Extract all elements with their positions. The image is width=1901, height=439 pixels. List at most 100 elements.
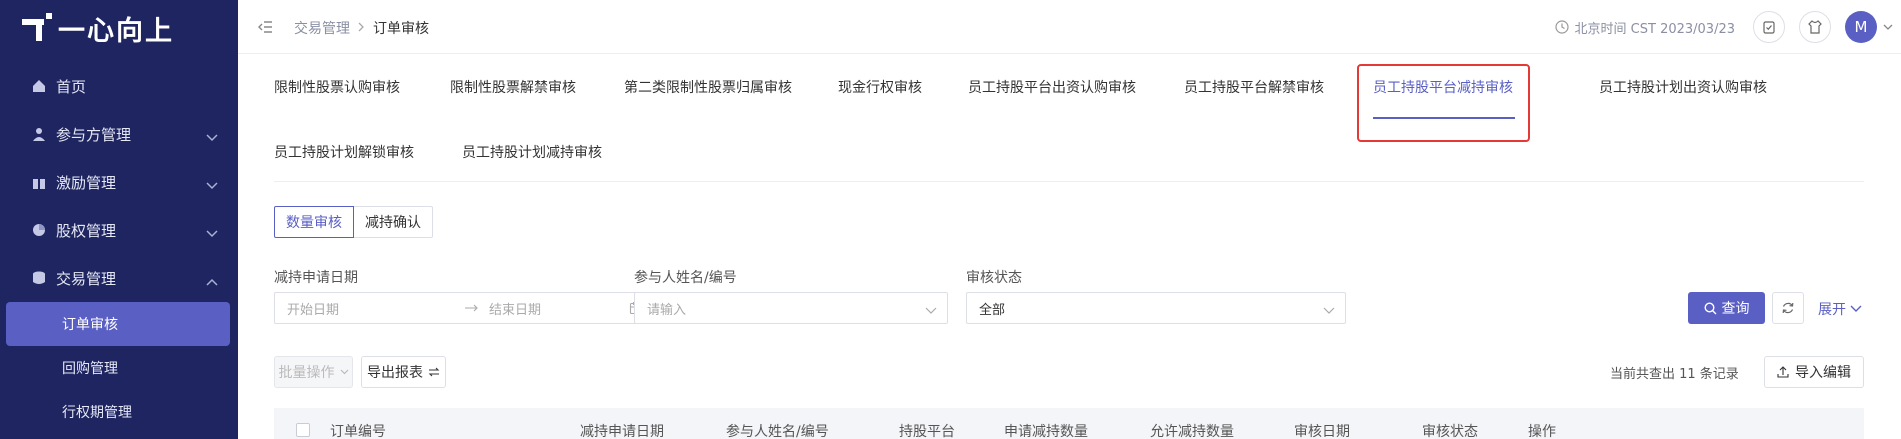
shirt-icon — [1808, 20, 1822, 34]
column-header: 持股平台 — [899, 424, 955, 439]
query-button-label: 查询 — [1721, 301, 1750, 317]
users-icon — [30, 125, 48, 143]
tab-bar: 限制性股票认购审核 限制性股票解禁审核 第二类限制性股票归属审核 现金行权审核 … — [274, 54, 1864, 182]
sidebar-subitem-order-review[interactable]: 订单审核 — [6, 302, 230, 346]
logo: 一心向上 — [22, 10, 174, 47]
batch-label: 批量操作 — [278, 365, 335, 381]
participant-placeholder: 请输入 — [647, 302, 687, 318]
tab-class2-vesting[interactable]: 第二类限制性股票归属审核 — [624, 77, 792, 97]
chevron-down-icon — [206, 224, 218, 242]
status-select[interactable]: 全部 — [966, 292, 1346, 324]
sidebar-item-incentive[interactable]: 激励管理 — [0, 158, 238, 206]
sidebar-item-participants[interactable]: 参与方管理 — [0, 110, 238, 158]
clock-icon — [1554, 20, 1569, 34]
server-time-text: 北京时间 CST 2023/03/23 — [1574, 21, 1735, 37]
tab-platform-unlock[interactable]: 员工持股平台解禁审核 — [1184, 77, 1324, 97]
home-icon — [30, 77, 48, 95]
column-header: 参与人姓名/编号 — [726, 424, 829, 439]
segment-quantity-review[interactable]: 数量审核 — [274, 206, 354, 238]
import-edit-button[interactable]: 导入编辑 — [1764, 356, 1864, 388]
chevron-down-icon — [206, 128, 218, 146]
tab-restricted-subscription[interactable]: 限制性股票认购审核 — [274, 77, 400, 97]
column-header: 订单编号 — [330, 424, 386, 439]
column-header: 审核状态 — [1422, 424, 1478, 439]
table-header: 订单编号 减持申请日期 参与人姓名/编号 持股平台 申请减持数量 允许减持数量 … — [274, 408, 1864, 439]
clipboard-check-icon — [1763, 21, 1775, 34]
select-all-checkbox[interactable] — [296, 423, 310, 437]
sidebar-item-trade[interactable]: 交易管理 — [0, 254, 238, 302]
import-label: 导入编辑 — [1795, 365, 1851, 381]
column-header: 允许减持数量 — [1150, 424, 1234, 439]
sidebar-subitem-exercise-period[interactable]: 行权期管理 — [0, 390, 238, 434]
chevron-up-icon — [206, 272, 218, 290]
participant-filter-label: 参与人姓名/编号 — [634, 270, 737, 286]
sidebar-item-home[interactable]: 首页 — [0, 62, 238, 110]
segment-reduction-confirm[interactable]: 减持确认 — [354, 206, 433, 238]
date-end-field[interactable]: 结束日期 — [489, 299, 541, 318]
expand-label: 展开 — [1818, 302, 1846, 318]
reset-button[interactable] — [1772, 292, 1804, 324]
breadcrumb: 交易管理 订单审核 — [294, 18, 429, 38]
sidebar: 一心向上 首页 参与方管理 激励管理 股权管理 交易管理 订单审核 回购管理 行… — [0, 0, 238, 439]
expand-filters-link[interactable]: 展开 — [1818, 299, 1862, 319]
export-report-button[interactable]: 导出报表 — [361, 356, 446, 388]
chevron-down-icon — [206, 176, 218, 194]
chevron-down-icon[interactable] — [1883, 19, 1893, 35]
chevron-down-icon — [340, 369, 348, 375]
column-header: 操作 — [1528, 424, 1556, 439]
date-filter-label: 减持申请日期 — [274, 270, 358, 286]
header-right: 北京时间 CST 2023/03/23 M — [1554, 0, 1901, 54]
sidebar-item-label: 激励管理 — [56, 173, 117, 192]
tab-plan-subscription[interactable]: 员工持股计划出资认购审核 — [1599, 77, 1767, 97]
refresh-icon — [1782, 302, 1794, 314]
date-start-field[interactable]: 开始日期 — [287, 299, 427, 318]
collapse-sidebar-icon[interactable] — [258, 19, 274, 39]
main-content: 限制性股票认购审核 限制性股票解禁审核 第二类限制性股票归属审核 现金行权审核 … — [238, 54, 1901, 439]
search-icon — [1703, 301, 1716, 314]
column-header: 减持申请日期 — [580, 424, 664, 439]
avatar[interactable]: M — [1845, 11, 1877, 43]
tab-plan-unlock[interactable]: 员工持股计划解锁审核 — [274, 142, 414, 162]
date-range-picker[interactable]: 开始日期 结束日期 — [274, 292, 654, 324]
sidebar-subitem-buyback[interactable]: 回购管理 — [0, 346, 238, 390]
sidebar-item-label: 参与方管理 — [56, 125, 132, 144]
tab-cash-exercise[interactable]: 现金行权审核 — [838, 77, 922, 97]
column-header: 申请减持数量 — [1004, 424, 1088, 439]
top-header: 交易管理 订单审核 北京时间 CST 2023/03/23 M — [238, 0, 1901, 54]
status-select-value: 全部 — [979, 302, 1006, 318]
query-button[interactable]: 查询 — [1688, 292, 1765, 324]
database-icon — [30, 269, 48, 287]
upload-icon — [1777, 366, 1789, 378]
tab-platform-subscription[interactable]: 员工持股平台出资认购审核 — [968, 77, 1136, 97]
tab-restricted-unlock[interactable]: 限制性股票解禁审核 — [450, 77, 576, 97]
export-label: 导出报表 — [367, 365, 423, 381]
chevron-down-icon — [1323, 304, 1335, 319]
review-type-segment: 数量审核 减持确认 — [274, 206, 433, 238]
chevron-down-icon — [1850, 305, 1862, 312]
sidebar-item-label: 股权管理 — [56, 221, 117, 240]
task-button[interactable] — [1753, 11, 1785, 43]
sidebar-item-equity[interactable]: 股权管理 — [0, 206, 238, 254]
highlight-box — [1357, 64, 1530, 142]
logo-icon — [22, 13, 52, 43]
breadcrumb-current: 订单审核 — [373, 21, 429, 37]
server-time: 北京时间 CST 2023/03/23 — [1554, 18, 1735, 37]
arrow-right-icon — [465, 301, 479, 316]
sidebar-item-label: 交易管理 — [56, 269, 117, 288]
column-header: 审核日期 — [1294, 424, 1350, 439]
sidebar-menu: 首页 参与方管理 激励管理 股权管理 交易管理 订单审核 回购管理 行权期管理 — [0, 62, 238, 434]
chevron-down-icon — [925, 304, 937, 319]
sidebar-item-label: 首页 — [56, 77, 87, 96]
record-count: 当前共查出 11 条记录 — [1610, 367, 1739, 382]
breadcrumb-separator-icon — [358, 20, 365, 36]
app-root: 一心向上 首页 参与方管理 激励管理 股权管理 交易管理 订单审核 回购管理 行… — [0, 0, 1901, 439]
pie-icon — [30, 221, 48, 239]
gift-icon — [30, 173, 48, 191]
theme-button[interactable] — [1799, 11, 1831, 43]
logo-text: 一心向上 — [58, 15, 174, 47]
tab-plan-reduction[interactable]: 员工持股计划减持审核 — [462, 142, 602, 162]
status-filter-label: 审核状态 — [966, 270, 1022, 286]
breadcrumb-item[interactable]: 交易管理 — [294, 18, 350, 38]
participant-select[interactable]: 请输入 — [634, 292, 948, 324]
batch-operation-button[interactable]: 批量操作 — [274, 356, 353, 388]
